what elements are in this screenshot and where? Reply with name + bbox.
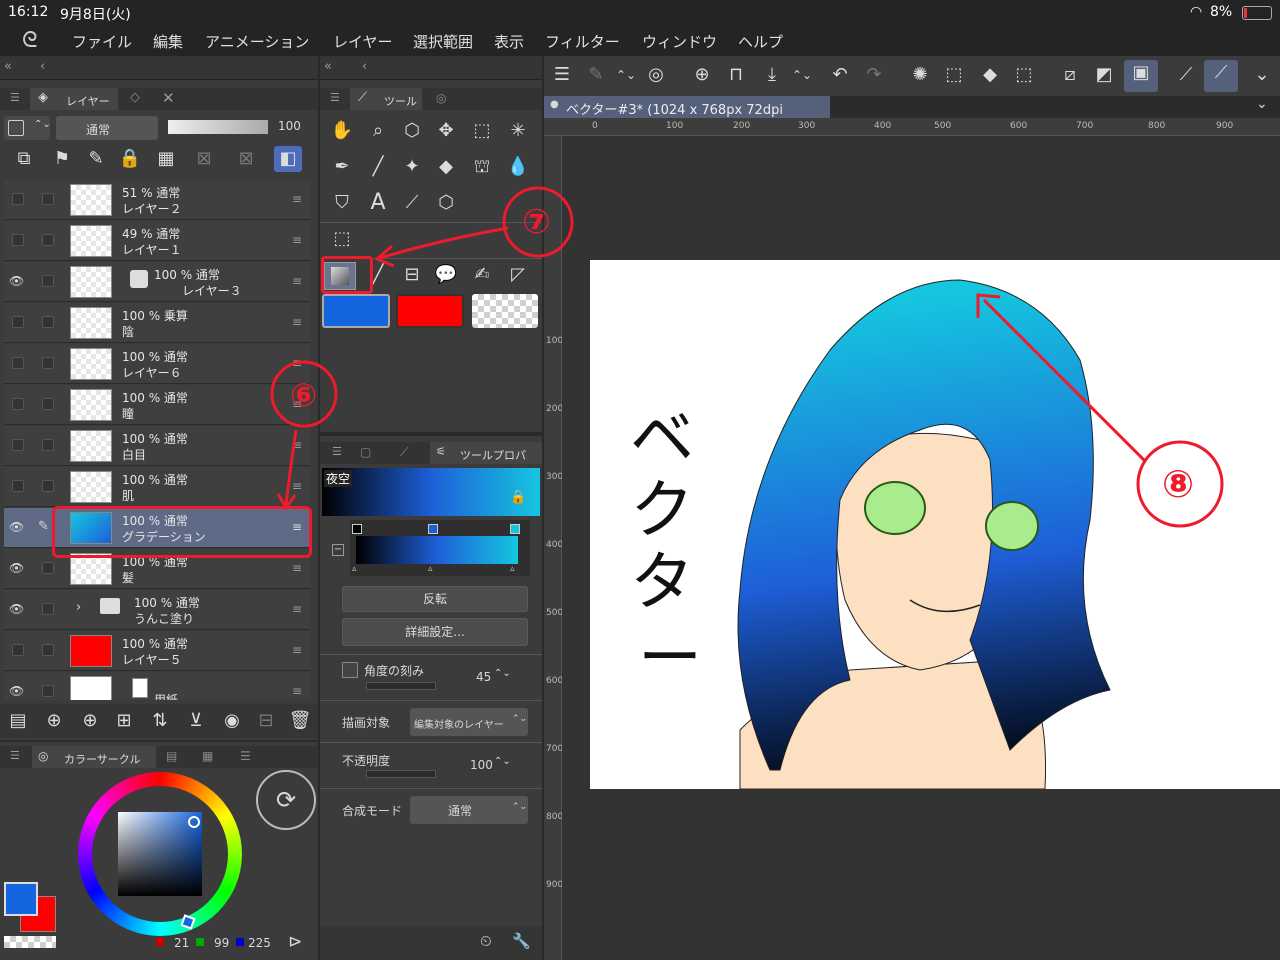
- annotation-label-8: ⑧: [1162, 462, 1195, 506]
- annotation-label-6: ⑥: [290, 376, 318, 414]
- annotation-label-7: ⑦: [522, 202, 551, 242]
- annotation-arrow-7: [379, 226, 509, 260]
- annotation-layer: [270, 186, 1224, 528]
- annotation-arrow-8: [982, 298, 1148, 464]
- annotation-arrow-6: [284, 429, 298, 506]
